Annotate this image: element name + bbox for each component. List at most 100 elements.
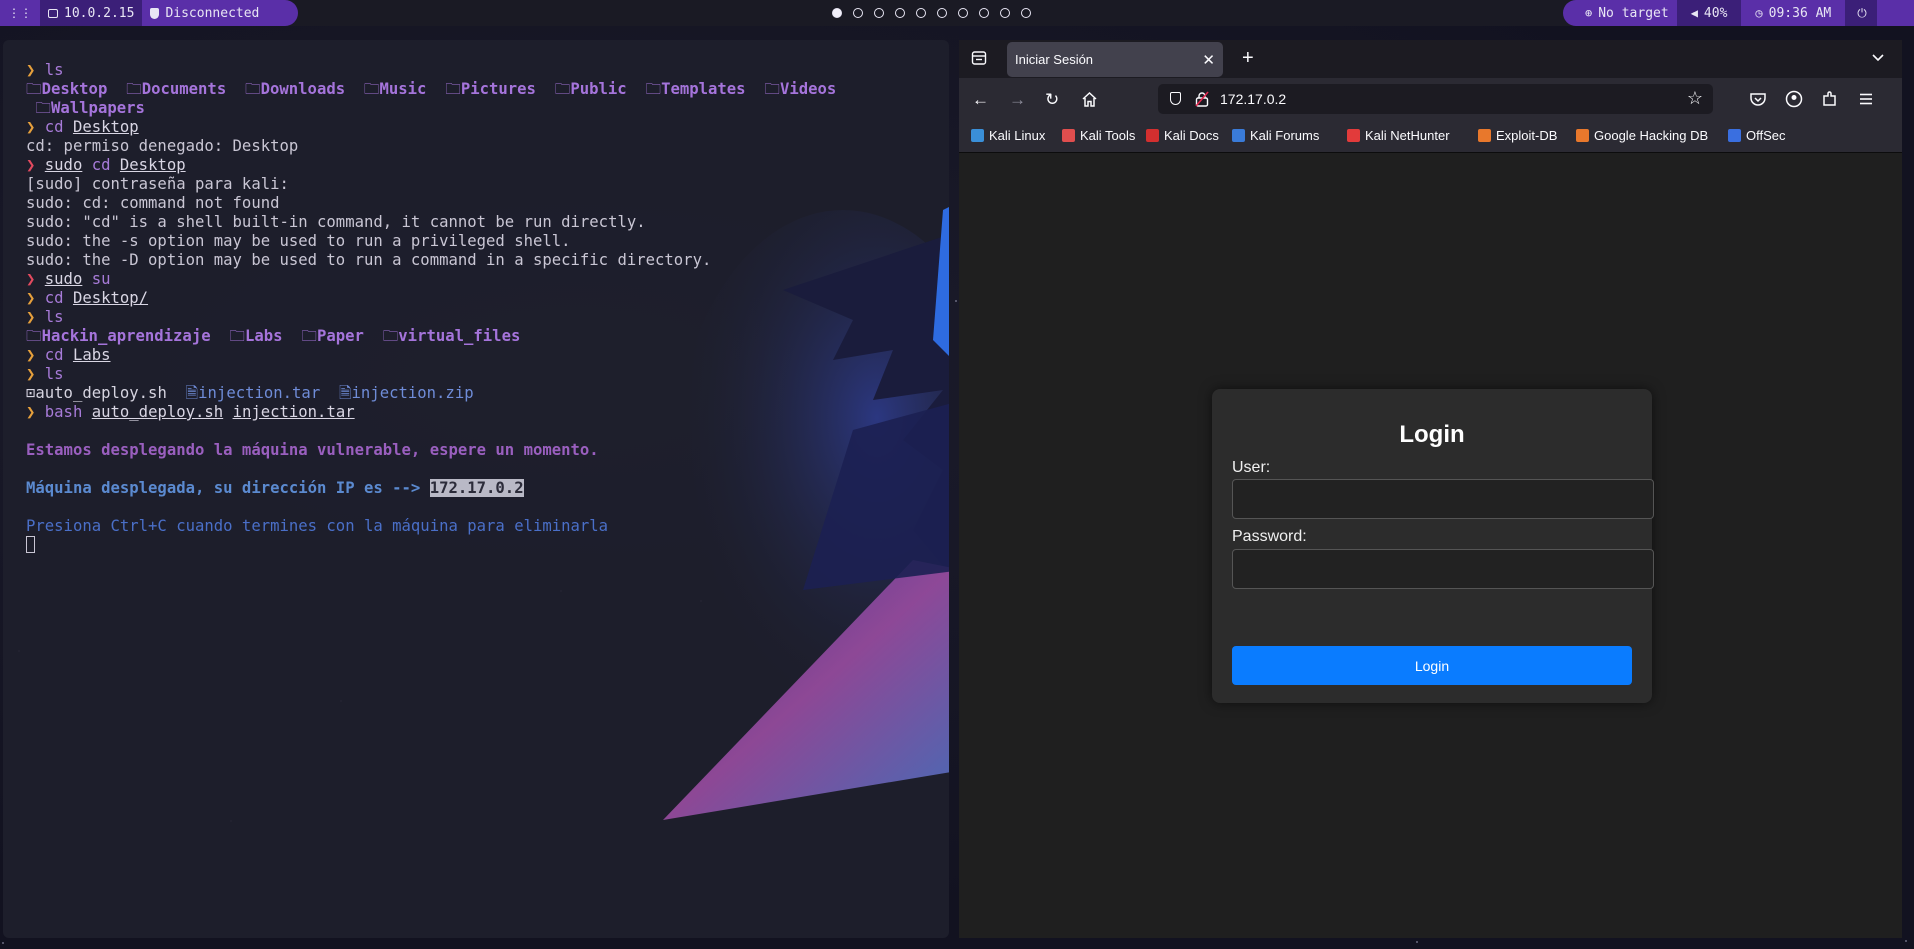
folder-icon: 🗀 xyxy=(245,80,261,98)
bookmark-item[interactable]: Google Hacking DB xyxy=(1576,128,1708,143)
terminal-line: 🗀Wallpapers xyxy=(26,99,836,118)
ip-indicator[interactable]: 10.0.2.15 xyxy=(40,0,143,26)
workspace-4-dot[interactable] xyxy=(895,8,905,18)
terminal-line xyxy=(26,536,836,555)
command-text: Desktop xyxy=(119,156,186,174)
output-text: sudo: the -s option may be used to run a… xyxy=(26,232,571,250)
terminal-line: 🗀Hackin_aprendizaje 🗀Labs 🗀Paper 🗀virtua… xyxy=(26,327,836,346)
workspace-9-dot[interactable] xyxy=(1000,8,1010,18)
home-icon[interactable] xyxy=(1081,91,1098,108)
prompt-symbol: ❯ xyxy=(26,346,45,364)
directory-name: Templates xyxy=(661,80,746,98)
folder-icon: 🗀 xyxy=(26,80,42,98)
directory-name: Downloads xyxy=(260,80,346,98)
terminal-line: [sudo] contraseña para kali: xyxy=(26,175,836,194)
address-bar[interactable]: 172.17.0.2 ☆ xyxy=(1158,84,1713,114)
workspace-2-dot[interactable] xyxy=(853,8,863,18)
close-tab-icon[interactable]: ✕ xyxy=(1202,51,1215,69)
top-status-bar: ⋮⋮ 10.0.2.15 Disconnected ⊕ No target ◀ … xyxy=(0,0,1914,26)
terminal-line: sudo: the -D option may be used to run a… xyxy=(26,251,836,270)
prompt-symbol: ❯ xyxy=(26,61,45,79)
login-button[interactable]: Login xyxy=(1232,646,1632,685)
url-text[interactable]: 172.17.0.2 xyxy=(1220,91,1286,107)
workspace-6-dot[interactable] xyxy=(937,8,947,18)
hamburger-menu-icon[interactable] xyxy=(1857,90,1875,108)
tab-strip: Iniciar Sesión ✕ + xyxy=(959,40,1902,78)
terminal-line: sudo: "cd" is a shell built-in command, … xyxy=(26,213,836,232)
clock-indicator[interactable]: ◷ 09:36 AM xyxy=(1741,0,1845,26)
bookmark-item[interactable]: Kali Forums xyxy=(1232,128,1319,143)
reload-icon[interactable]: ↻ xyxy=(1045,90,1059,110)
tracking-protection-shield-icon[interactable] xyxy=(1170,92,1181,105)
forward-icon[interactable]: → xyxy=(1009,90,1026,110)
vpn-indicator[interactable]: Disconnected xyxy=(142,0,267,26)
output-text: cd: permiso denegado: Desktop xyxy=(26,137,299,155)
workspace-1-dot[interactable] xyxy=(832,8,842,18)
account-icon[interactable] xyxy=(1785,90,1803,108)
workspace-5-dot[interactable] xyxy=(916,8,926,18)
terminal-line: Máquina desplegada, su dirección IP es -… xyxy=(26,479,836,498)
power-button[interactable]: ⏻ xyxy=(1845,0,1877,26)
directory-name: Desktop xyxy=(41,80,108,98)
command-text: cd xyxy=(44,346,73,364)
login-title: Login xyxy=(1399,421,1465,448)
insecure-lock-icon[interactable] xyxy=(1195,91,1209,107)
password-label: Password: xyxy=(1232,528,1307,545)
tab-iniciar-sesion[interactable]: Iniciar Sesión ✕ xyxy=(1007,42,1223,77)
file-name: injection.tar xyxy=(198,384,321,402)
target-indicator[interactable]: ⊕ No target xyxy=(1563,0,1677,26)
selected-ip-address: 172.17.0.2 xyxy=(429,479,524,497)
folder-icon: 🗀 xyxy=(26,327,42,345)
bookmark-item[interactable]: Exploit-DB xyxy=(1478,128,1557,143)
pocket-icon[interactable] xyxy=(1749,90,1767,108)
bookmark-item[interactable]: Kali Docs xyxy=(1146,128,1219,143)
terminal-output: ❯ ls 🗀Desktop 🗀Documents 🗀Downloads 🗀Musi… xyxy=(26,61,836,555)
volume-indicator[interactable]: ◀ 40% xyxy=(1676,0,1742,26)
bookmark-label: Google Hacking DB xyxy=(1594,128,1709,143)
page-content: Login User: Password: Login xyxy=(959,153,1902,938)
user-input[interactable] xyxy=(1232,479,1654,519)
command-text: injection.tar xyxy=(232,403,355,421)
terminal-cursor xyxy=(26,536,35,553)
workspace-8-dot[interactable] xyxy=(979,8,989,18)
bookmark-item[interactable]: Kali NetHunter xyxy=(1347,128,1450,143)
firefox-view-icon[interactable] xyxy=(971,50,987,66)
prompt-symbol: ❯ xyxy=(26,156,45,174)
extensions-icon[interactable] xyxy=(1821,90,1839,108)
terminal-window[interactable]: ❯ ls 🗀Desktop 🗀Documents 🗀Downloads 🗀Musi… xyxy=(3,40,949,938)
kali-forums-icon xyxy=(1232,129,1245,142)
command-text: bash xyxy=(44,403,92,421)
user-label: User: xyxy=(1232,459,1271,476)
folder-icon: 🗀 xyxy=(363,80,380,98)
firefox-window[interactable]: Iniciar Sesión ✕ + ← → ↻ 172.17.0.2 ☆ Ka… xyxy=(959,40,1902,938)
output-text: sudo: cd: command not found xyxy=(26,194,280,212)
new-tab-icon[interactable]: + xyxy=(1242,47,1254,70)
workspace-7-dot[interactable] xyxy=(958,8,968,18)
chevron-down-icon[interactable] xyxy=(1870,49,1886,65)
directory-name: Documents xyxy=(141,80,227,98)
terminal-line: ❯ cd Desktop xyxy=(26,118,836,137)
bookmark-item[interactable]: Kali Tools xyxy=(1062,128,1135,143)
back-icon[interactable]: ← xyxy=(972,90,989,110)
bookmark-star-icon[interactable]: ☆ xyxy=(1687,88,1703,109)
vpn-status-text: Disconnected xyxy=(165,5,260,21)
workspace-10-dot[interactable] xyxy=(1021,8,1031,18)
password-input[interactable] xyxy=(1232,549,1654,589)
apps-menu-button[interactable]: ⋮⋮ xyxy=(0,0,40,26)
terminal-script-icon: ⊡ xyxy=(26,384,36,402)
command-text: Desktop/ xyxy=(72,289,149,307)
prompt-symbol: ❯ xyxy=(26,118,45,136)
target-text: No target xyxy=(1598,5,1669,21)
terminal-line: 🗀Desktop 🗀Documents 🗀Downloads 🗀Music 🗀P… xyxy=(26,80,836,99)
bookmark-item[interactable]: Kali Linux xyxy=(971,128,1045,143)
bookmark-label: OffSec xyxy=(1746,128,1786,143)
bookmark-item[interactable]: OffSec xyxy=(1728,128,1786,143)
workspace-3-dot[interactable] xyxy=(874,8,884,18)
tab-title: Iniciar Sesión xyxy=(1015,52,1094,67)
